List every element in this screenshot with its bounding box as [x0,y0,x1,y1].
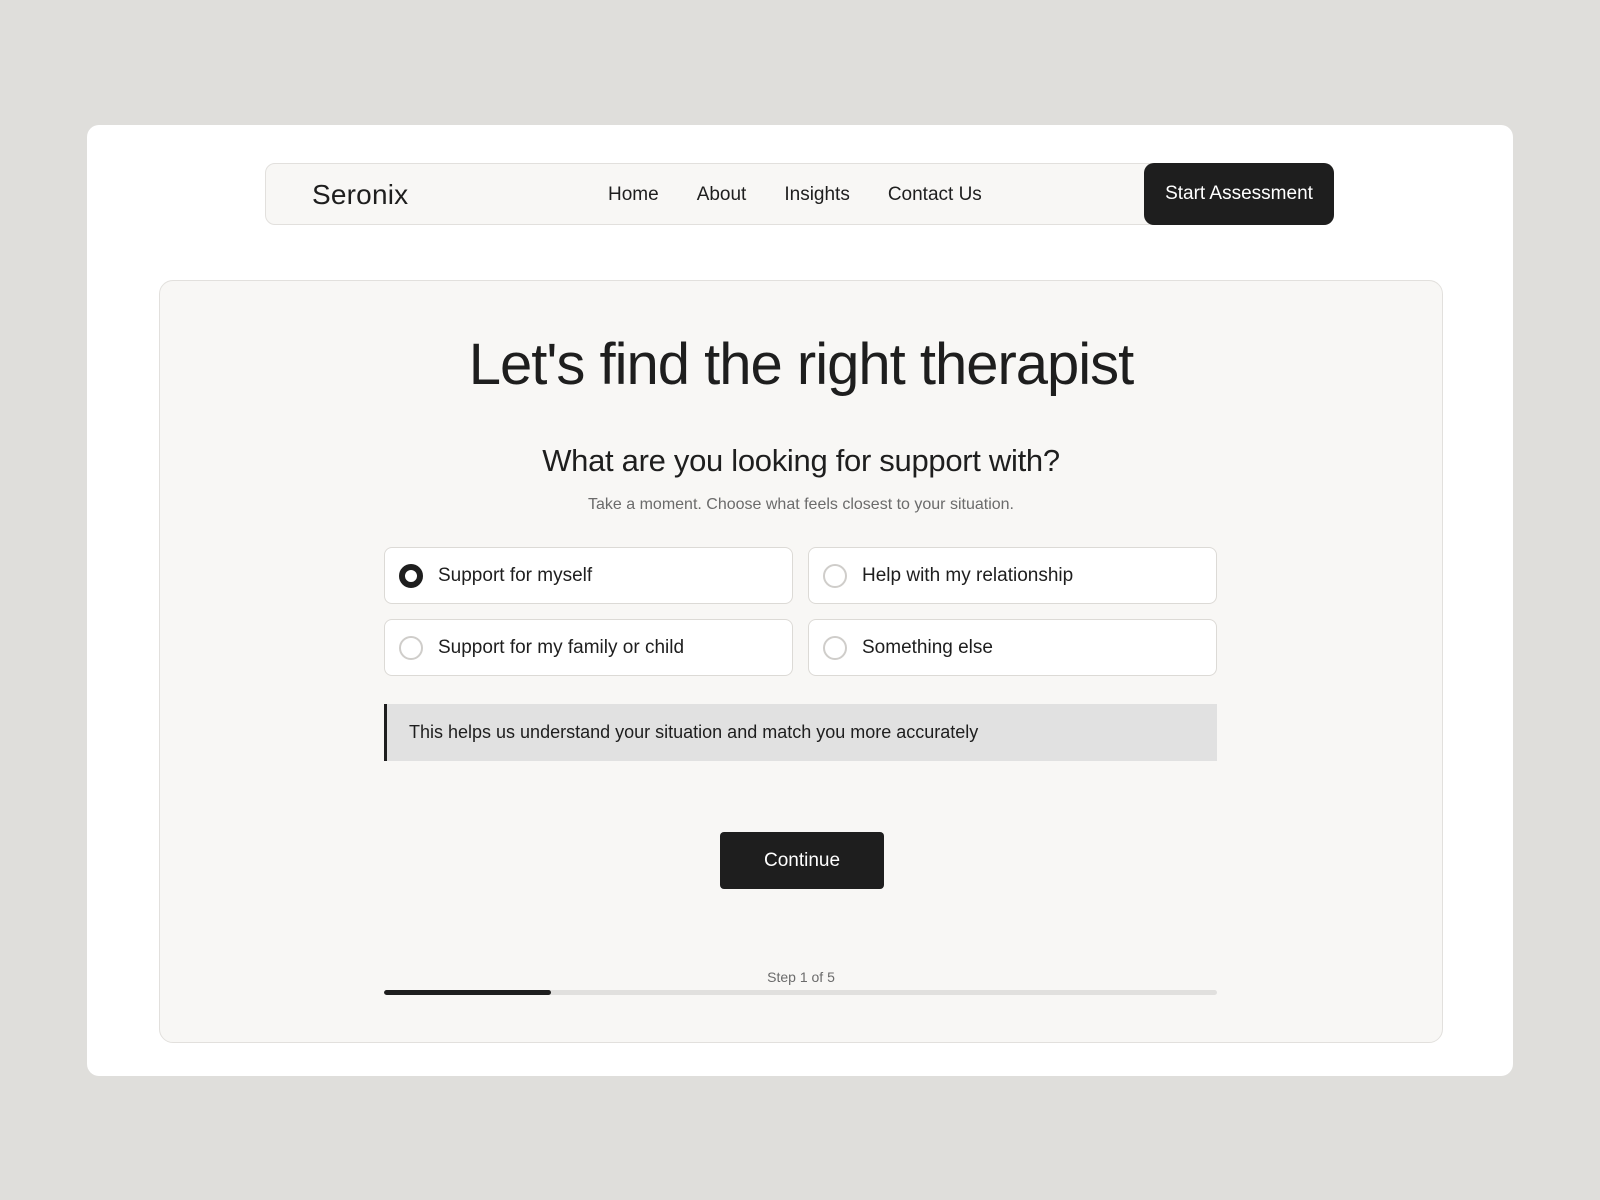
radio-button[interactable] [399,635,423,660]
top-navbar: Seronix Home About Insights Contact Us S… [265,163,1334,225]
info-note: This helps us understand your situation … [384,704,1217,761]
option-label: Help with my relationship [862,564,1074,586]
step-indicator: Step 1 of 5 [767,969,835,985]
page-title: Let's find the right therapist [468,332,1135,397]
option-label: Support for my family or child [438,636,685,658]
brand-logo[interactable]: Seronix [312,164,408,226]
nav-link-contact-us[interactable]: Contact Us [888,184,982,206]
option-label: Support for myself [438,564,593,586]
nav-link-home[interactable]: Home [608,184,659,206]
assessment-card: Let's find the right therapist What are … [159,280,1443,1043]
continue-button[interactable]: Continue [720,832,884,889]
radio-button[interactable] [399,563,423,588]
option-support-for-family-or-child[interactable]: Support for my family or child [384,619,793,676]
app-frame: Seronix Home About Insights Contact Us S… [87,125,1513,1076]
answer-options: Support for myself Help with my relation… [384,547,1217,676]
option-support-for-myself[interactable]: Support for myself [384,547,793,604]
option-help-with-relationship[interactable]: Help with my relationship [808,547,1217,604]
radio-button[interactable] [823,563,847,588]
radio-button[interactable] [823,635,847,660]
nav-link-about[interactable]: About [697,184,747,206]
nav-links: Home About Insights Contact Us [608,164,982,226]
option-something-else[interactable]: Something else [808,619,1217,676]
progress-bar-fill [384,990,551,995]
question-heading: What are you looking for support with? [542,443,1060,478]
option-label: Something else [862,636,993,658]
nav-link-insights[interactable]: Insights [784,184,849,206]
start-assessment-button[interactable]: Start Assessment [1144,163,1334,225]
progress-bar [384,990,1217,995]
question-helper-text: Take a moment. Choose what feels closest… [588,496,1014,513]
